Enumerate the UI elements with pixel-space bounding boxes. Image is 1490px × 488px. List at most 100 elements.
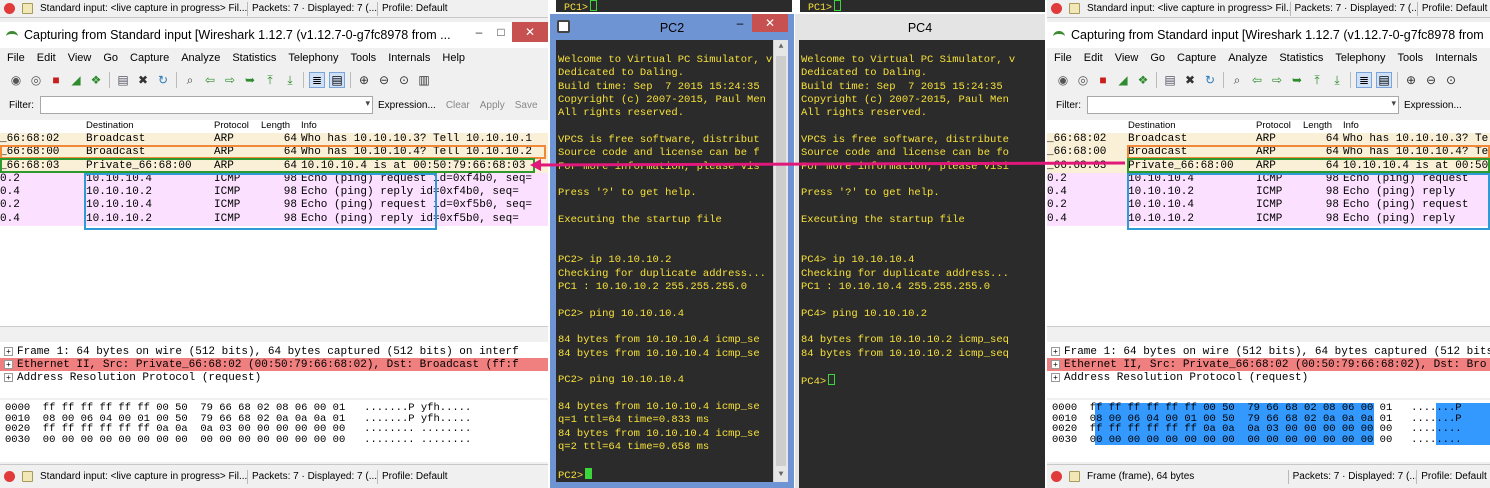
table-row[interactable]: _66:68:03 Private_66:68:00 ARP 64 10.10.10.4… — [1047, 159, 1490, 173]
stop-capture-icon[interactable]: ■ — [1095, 72, 1111, 88]
detail-row-arp[interactable]: + Address Resolution Protocol (request) — [0, 371, 548, 384]
expert-info-icon[interactable] — [1051, 3, 1062, 14]
column-protocol[interactable]: Protocol — [1256, 120, 1303, 133]
pc4-terminal[interactable]: Welcome to Virtual PC Simulator, v Dedica… — [799, 40, 1045, 488]
menu-edit[interactable]: Edit — [1077, 52, 1108, 64]
open-file-icon[interactable]: ❖ — [1135, 72, 1151, 88]
restart-capture-icon[interactable]: ◢ — [68, 72, 84, 88]
zoom-reset-icon[interactable]: ⊙ — [396, 72, 412, 88]
menu-internals[interactable]: Internals — [1428, 52, 1482, 64]
go-back-icon[interactable]: ⇦ — [1249, 72, 1265, 88]
minimize-button[interactable]: – — [728, 14, 752, 32]
table-row[interactable]: _66:68:00 Broadcast ARP 64 Who has 10.10.10.… — [1047, 146, 1490, 160]
go-first-icon[interactable]: ⤒ — [1309, 72, 1325, 88]
detail-row-frame[interactable]: + Frame 1: 64 bytes on wire (512 bits), 6… — [1047, 345, 1490, 358]
profile-label[interactable]: Profile: Default — [378, 470, 452, 484]
restart-capture-icon[interactable]: ◢ — [1115, 72, 1131, 88]
capture-comment-icon[interactable] — [22, 471, 33, 482]
menu-view[interactable]: View — [1108, 52, 1144, 64]
table-row[interactable]: _66:68:02 Broadcast ARP 64 Who has 10.10.10.… — [0, 133, 548, 147]
table-row[interactable]: 0.2 10.10.10.4 ICMP 98 Echo (ping) request — [1047, 199, 1490, 213]
autoscroll-icon[interactable]: ▤ — [1376, 72, 1392, 88]
table-row[interactable]: _66:68:03 Private_66:68:00 ARP 64 10.10.10.4… — [0, 159, 548, 173]
colorize-icon[interactable]: ≣ — [1356, 72, 1372, 88]
hex-row[interactable]: 0030 00 00 00 00 00 00 00 00 00 00 00 00… — [5, 434, 548, 446]
pane-splitter[interactable] — [1047, 326, 1490, 340]
clear-button[interactable]: Clear — [441, 100, 475, 111]
stop-capture-icon[interactable]: ■ — [48, 72, 64, 88]
menu-view[interactable]: View — [61, 52, 97, 64]
profile-label[interactable]: Profile: Default — [1418, 2, 1490, 16]
expert-info-icon[interactable] — [4, 3, 15, 14]
menu-file[interactable]: File — [1047, 52, 1077, 64]
close-file-icon[interactable]: ✖ — [135, 72, 151, 88]
column-info[interactable]: Info — [1343, 120, 1359, 133]
expand-icon[interactable]: + — [4, 347, 13, 356]
menu-telephony[interactable]: Telephony — [1328, 52, 1390, 64]
scroll-down-icon[interactable]: ▼ — [774, 468, 788, 482]
zoom-out-icon[interactable]: ⊖ — [1423, 72, 1439, 88]
terminal-scrollbar[interactable]: ▲ ▼ — [773, 40, 788, 482]
menu-analyze[interactable]: Analyze — [1221, 52, 1272, 64]
maximize-button[interactable]: □ — [490, 22, 512, 42]
go-first-icon[interactable]: ⤒ — [262, 72, 278, 88]
reload-icon[interactable]: ↻ — [1202, 72, 1218, 88]
profile-label[interactable]: Profile: Default — [378, 2, 452, 16]
hex-row[interactable]: 0000 ff ff ff ff ff ff 00 50 79 66 68 02… — [1052, 403, 1490, 414]
menu-telephony[interactable]: Telephony — [281, 52, 343, 64]
expand-icon[interactable]: + — [1051, 373, 1060, 382]
column-length[interactable]: Length — [261, 120, 301, 133]
menu-help[interactable]: Help — [435, 52, 470, 64]
autoscroll-icon[interactable]: ▤ — [329, 72, 345, 88]
save-filter-button[interactable]: Save — [510, 100, 543, 111]
table-row[interactable]: 0.4 10.10.10.2 ICMP 98 Echo (ping) reply — [1047, 212, 1490, 227]
column-length[interactable]: Length — [1303, 120, 1343, 133]
column-info[interactable]: Info — [301, 120, 317, 133]
zoom-out-icon[interactable]: ⊖ — [376, 72, 392, 88]
capture-comment-icon[interactable] — [1069, 471, 1080, 482]
hex-row[interactable]: 0030 00 00 00 00 00 00 00 00 00 00 00 00… — [1052, 434, 1490, 445]
menu-go[interactable]: Go — [1143, 52, 1170, 64]
profile-label[interactable]: Profile: Default — [1417, 470, 1490, 484]
table-row[interactable]: 0.4 10.10.10.2 ICMP 98 Echo (ping) reply id=… — [0, 212, 548, 227]
filter-input[interactable] — [40, 96, 373, 114]
zoom-reset-icon[interactable]: ⊙ — [1443, 72, 1459, 88]
menu-tools[interactable]: Tools — [1391, 52, 1429, 64]
expert-info-icon[interactable] — [1051, 471, 1062, 482]
expression-button[interactable]: Expression... — [1399, 100, 1467, 111]
table-row[interactable]: 0.2 10.10.10.4 ICMP 98 Echo (ping) request i… — [0, 199, 548, 213]
expression-button[interactable]: Expression... — [373, 100, 441, 111]
resize-columns-icon[interactable]: ▥ — [416, 72, 432, 88]
find-packet-icon[interactable]: ⌕ — [182, 72, 198, 88]
go-to-packet-icon[interactable]: ➥ — [242, 72, 258, 88]
detail-row-ethernet[interactable]: + Ethernet II, Src: Private_66:68:02 (00:… — [0, 358, 548, 371]
save-file-icon[interactable]: ▤ — [1162, 72, 1178, 88]
expert-info-icon[interactable] — [4, 471, 15, 482]
table-row[interactable]: _66:68:02 Broadcast ARP 64 Who has 10.10.10.… — [1047, 133, 1490, 147]
menu-internals[interactable]: Internals — [381, 52, 435, 64]
go-last-icon[interactable]: ⤓ — [282, 72, 298, 88]
close-button[interactable]: ✕ — [512, 22, 548, 42]
find-packet-icon[interactable]: ⌕ — [1229, 72, 1245, 88]
expand-icon[interactable]: + — [4, 360, 13, 369]
column-protocol[interactable]: Protocol — [214, 120, 261, 133]
menu-analyze[interactable]: Analyze — [174, 52, 225, 64]
go-back-icon[interactable]: ⇦ — [202, 72, 218, 88]
column-destination[interactable]: Destination — [1128, 120, 1256, 133]
table-row[interactable]: 0.2 10.10.10.4 ICMP 98 Echo (ping) request — [1047, 172, 1490, 187]
pane-splitter[interactable] — [0, 326, 548, 340]
expand-icon[interactable]: + — [4, 373, 13, 382]
menu-capture[interactable]: Capture — [123, 52, 174, 64]
menu-help[interactable]: Help — [1482, 52, 1490, 64]
table-row[interactable]: 0.4 10.10.10.2 ICMP 98 Echo (ping) reply id=… — [0, 186, 548, 200]
zoom-in-icon[interactable]: ⊕ — [1403, 72, 1419, 88]
detail-row-arp[interactable]: + Address Resolution Protocol (request) — [1047, 371, 1490, 384]
interfaces-icon[interactable]: ◉ — [1055, 72, 1071, 88]
go-forward-icon[interactable]: ⇨ — [222, 72, 238, 88]
capture-comment-icon[interactable] — [22, 3, 33, 14]
detail-row-ethernet[interactable]: + Ethernet II, Src: Private_66:68:02 (00:… — [1047, 358, 1490, 371]
menu-edit[interactable]: Edit — [30, 52, 61, 64]
interfaces-icon[interactable]: ◉ — [8, 72, 24, 88]
capture-comment-icon[interactable] — [1069, 3, 1080, 14]
open-file-icon[interactable]: ❖ — [88, 72, 104, 88]
